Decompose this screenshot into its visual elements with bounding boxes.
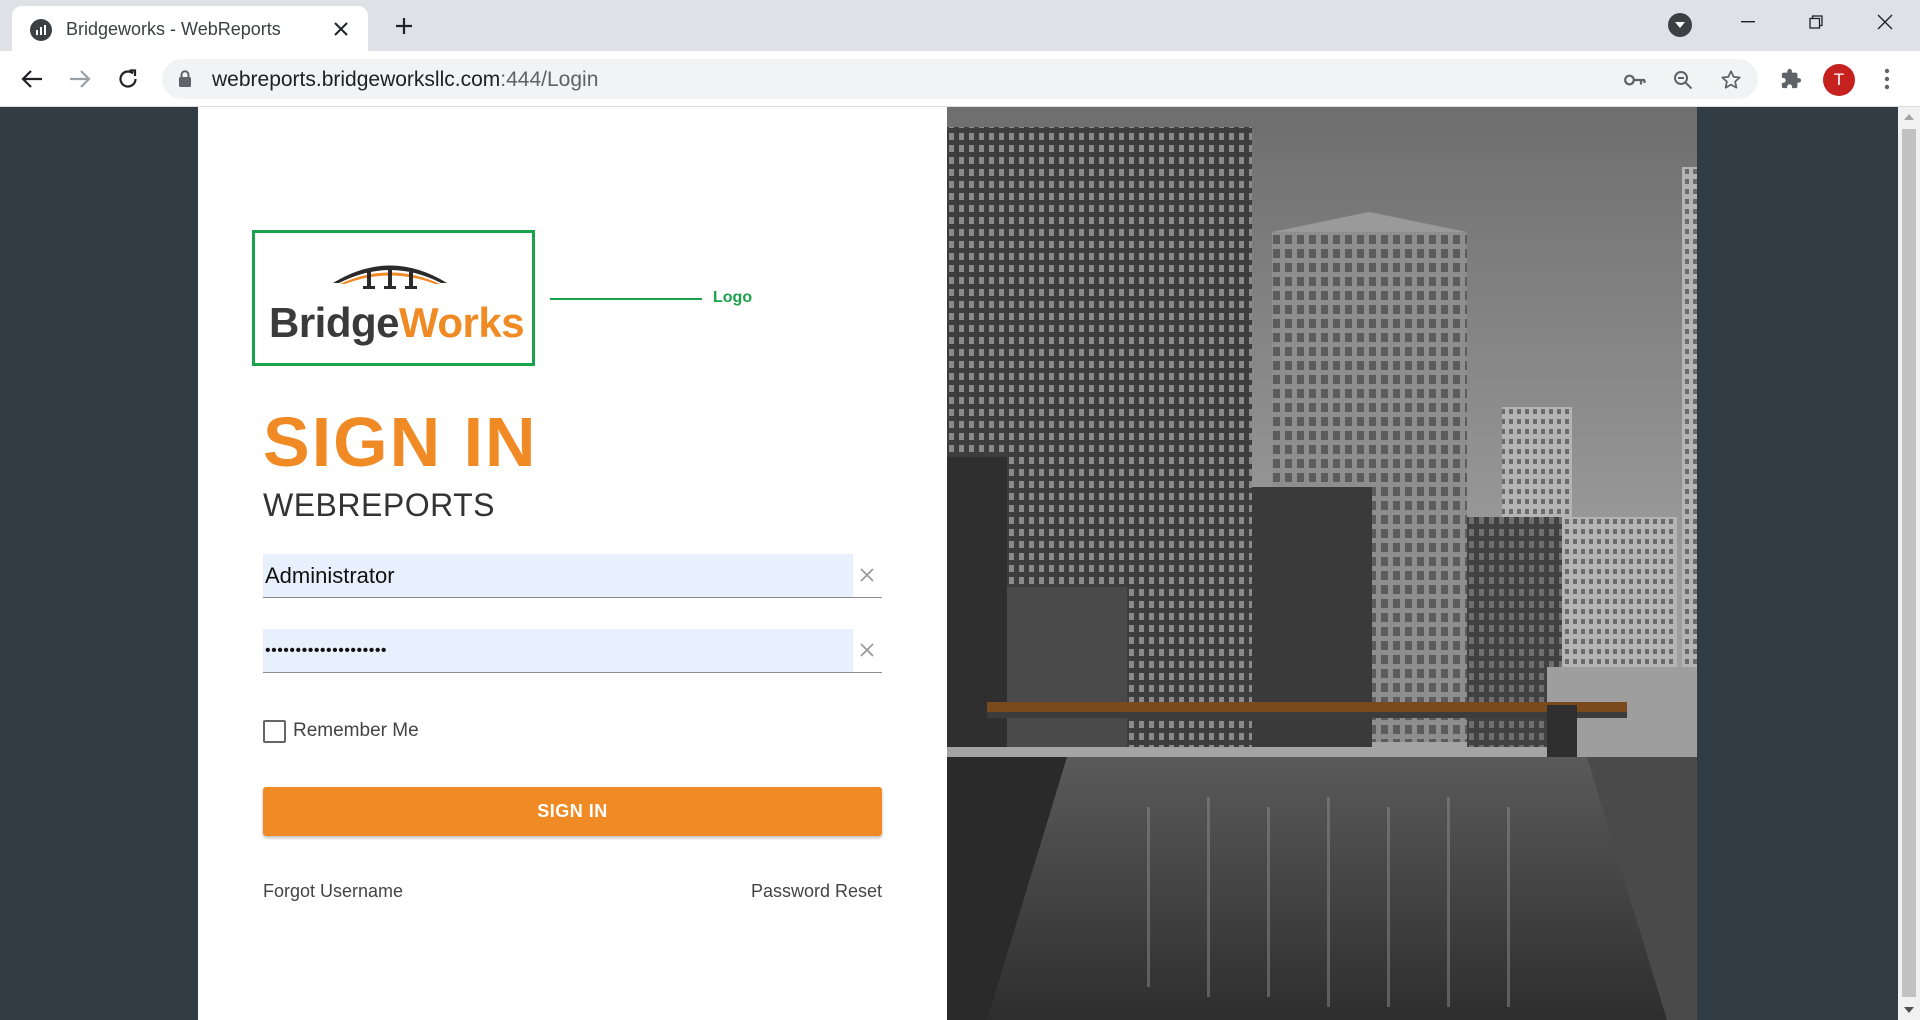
login-card: BridgeWorks Logo SIGN IN WEBREPORTS Reme… [198, 107, 947, 1020]
address-bar[interactable]: webreports.bridgeworksllc.com:444/Login [162, 59, 1758, 99]
back-arrow-icon[interactable] [16, 63, 48, 95]
zoom-icon[interactable] [1670, 67, 1696, 93]
browser-toolbar: webreports.bridgeworksllc.com:444/Login … [0, 51, 1920, 107]
clear-password-icon[interactable] [856, 639, 878, 661]
page-subtitle: WEBREPORTS [263, 487, 495, 523]
remember-me-label[interactable]: Remember Me [293, 720, 419, 742]
key-icon[interactable] [1622, 67, 1648, 93]
chart-favicon-icon [30, 19, 52, 41]
password-input[interactable] [263, 629, 853, 672]
url-text[interactable]: webreports.bridgeworksllc.com:444/Login [212, 68, 598, 92]
bridge-arch-icon [333, 265, 447, 289]
clear-username-icon[interactable] [856, 564, 878, 586]
bookmark-star-icon[interactable] [1718, 67, 1744, 93]
logo-text-dark: Bridge [269, 299, 400, 346]
minimize-icon[interactable] [1718, 0, 1778, 44]
page-title: SIGN IN [263, 403, 538, 481]
username-input[interactable] [263, 554, 853, 597]
browser-tab[interactable]: Bridgeworks - WebReports [12, 6, 368, 51]
close-tab-icon[interactable] [328, 16, 354, 42]
url-path: :444/Login [500, 68, 599, 91]
logo-wordmark: BridgeWorks [269, 299, 525, 347]
forgot-username-link[interactable]: Forgot Username [263, 881, 403, 902]
logo-callout-label: Logo [713, 289, 753, 306]
logo-text-accent: Works [399, 299, 525, 346]
more-menu-icon[interactable] [1871, 63, 1903, 95]
tab-strip: Bridgeworks - WebReports [0, 0, 1920, 51]
page-scrollbar[interactable] [1898, 107, 1920, 1020]
extensions-puzzle-icon[interactable] [1775, 63, 1807, 95]
lock-icon[interactable] [178, 70, 192, 93]
remember-me-checkbox[interactable] [263, 720, 286, 743]
sign-in-button[interactable]: SIGN IN [263, 787, 882, 836]
scroll-thumb[interactable] [1902, 129, 1916, 997]
tab-title: Bridgeworks - WebReports [66, 19, 281, 39]
profile-avatar[interactable]: T [1823, 64, 1855, 96]
scroll-up-arrow-icon[interactable] [1898, 107, 1920, 127]
restore-icon[interactable] [1786, 0, 1846, 44]
url-host: webreports.bridgeworksllc.com [212, 68, 501, 91]
bridgeworks-logo: BridgeWorks [252, 230, 535, 366]
username-field [263, 554, 882, 598]
window-close-icon[interactable] [1855, 0, 1915, 44]
forward-arrow-icon[interactable] [64, 63, 96, 95]
tab-search-icon[interactable] [1668, 13, 1692, 37]
password-field [263, 629, 882, 673]
new-tab-icon[interactable] [390, 12, 418, 40]
reload-icon[interactable] [112, 63, 144, 95]
city-skyline-image [947, 107, 1697, 1020]
page-viewport: BridgeWorks Logo SIGN IN WEBREPORTS Reme… [0, 107, 1898, 1020]
logo-callout-line [550, 298, 702, 300]
scroll-down-arrow-icon[interactable] [1898, 1000, 1920, 1020]
city-photo [947, 107, 1697, 1020]
password-reset-link[interactable]: Password Reset [751, 881, 882, 902]
